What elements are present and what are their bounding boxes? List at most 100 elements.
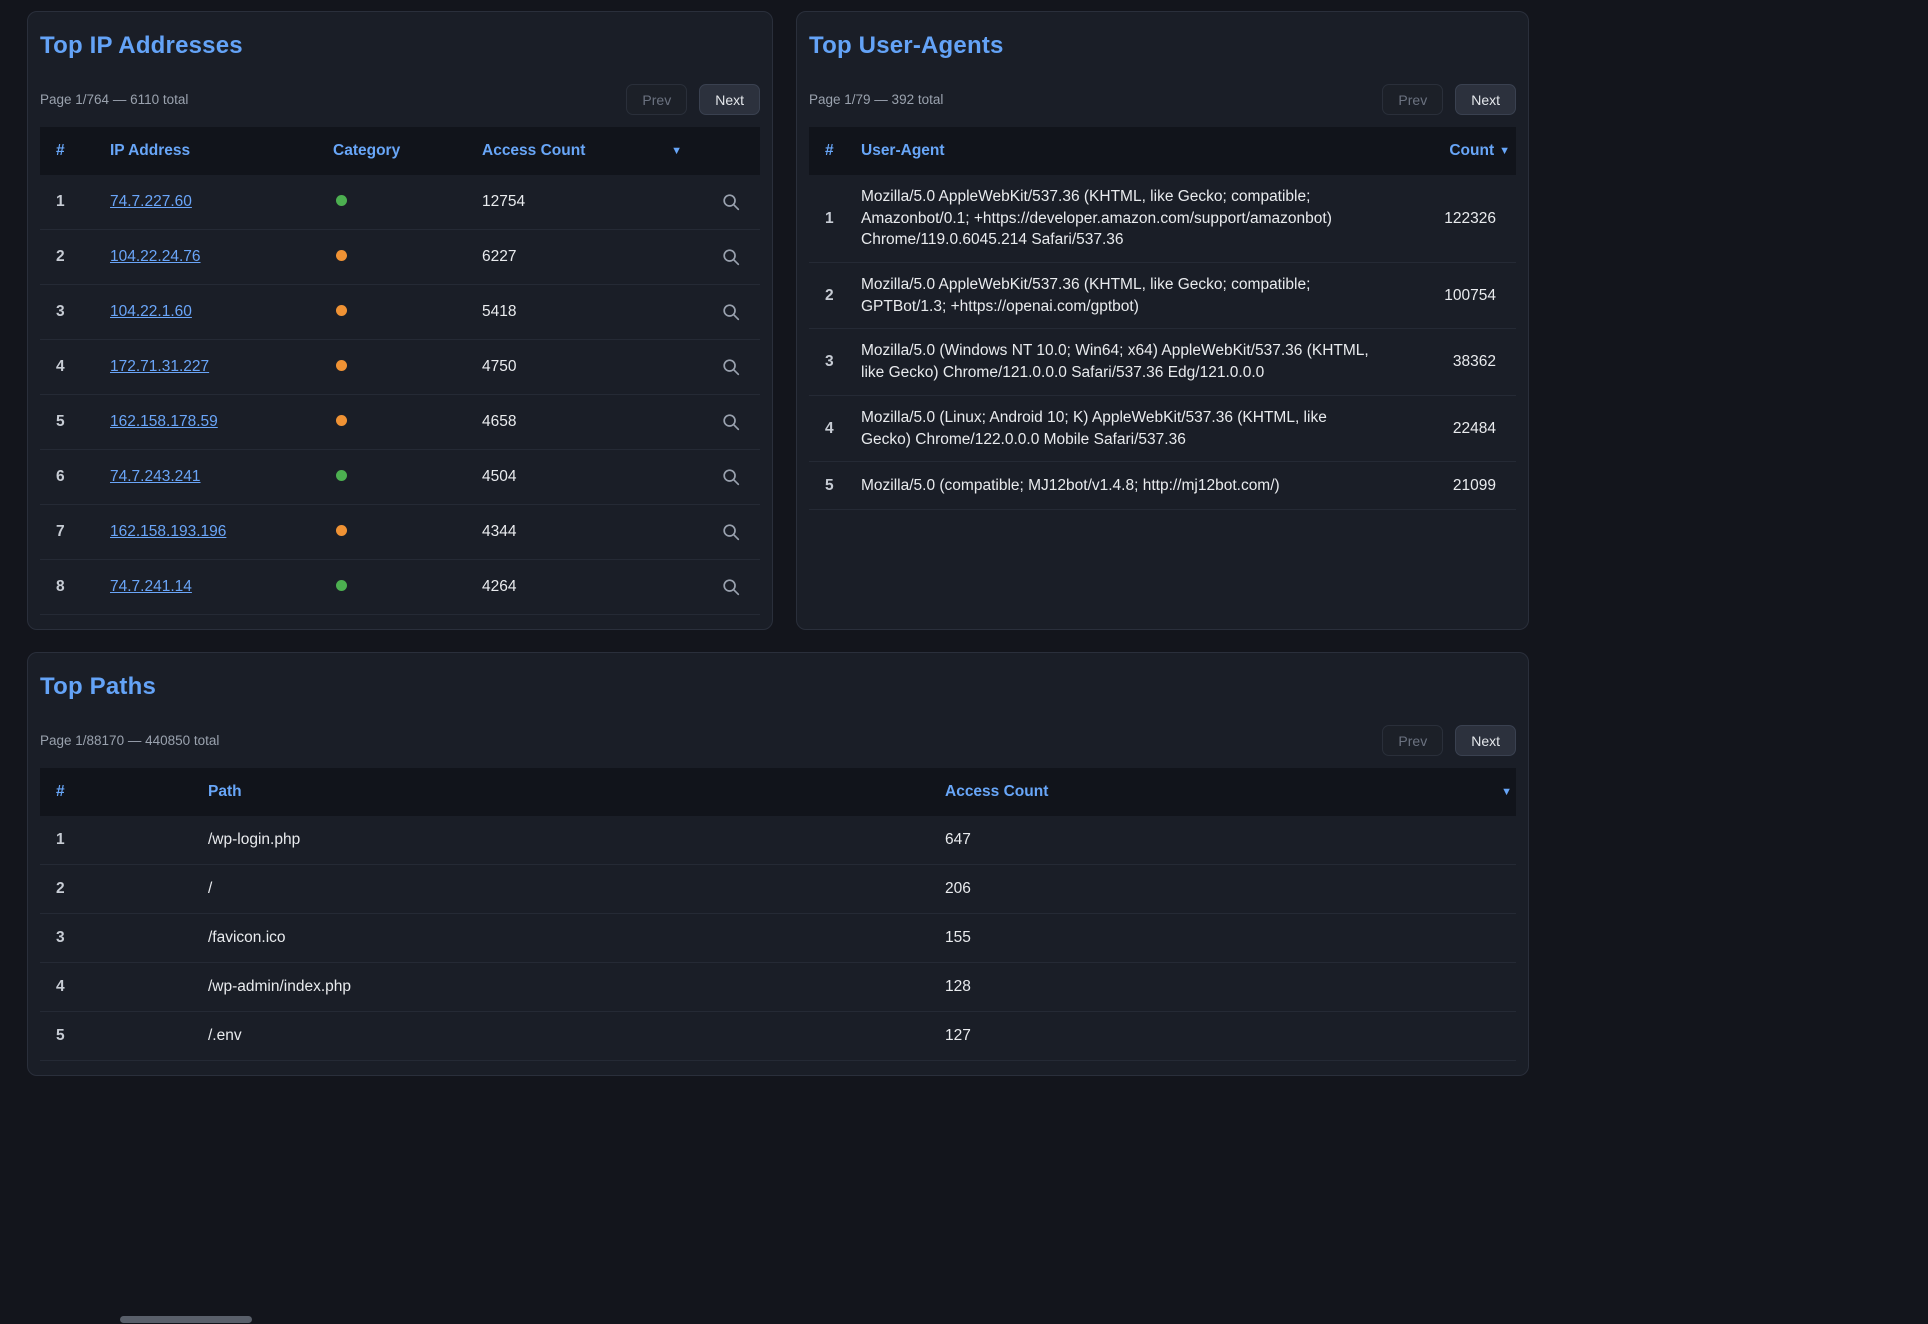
ip-address-link[interactable]: 162.158.178.59 (110, 413, 218, 430)
prev-button[interactable]: Prev (626, 84, 687, 115)
ip-table-row: 2 104.22.24.76 6227 (40, 230, 760, 285)
search-icon[interactable] (721, 247, 741, 267)
category-dot (336, 415, 347, 426)
next-button[interactable]: Next (1455, 84, 1516, 115)
rank-cell: 5 (809, 477, 861, 495)
panel-top-user-agents: Top User-Agents Page 1/79 — 392 total Pr… (796, 11, 1529, 630)
panel-top-paths: Top Paths Page 1/88170 — 440850 total Pr… (27, 652, 1529, 1076)
access-count-cell: 6227 (482, 248, 701, 266)
category-cell (333, 413, 482, 431)
rank-cell: 3 (40, 929, 208, 947)
row-actions-cell (701, 247, 760, 267)
column-header-rank: # (40, 783, 208, 801)
ip-table-row: 6 74.7.243.241 4504 (40, 450, 760, 505)
user-agents-table-body: 1 Mozilla/5.0 AppleWebKit/537.36 (KHTML,… (809, 175, 1516, 510)
category-cell (333, 468, 482, 486)
rank-cell: 2 (809, 287, 861, 305)
ip-address-link[interactable]: 74.7.243.241 (110, 468, 201, 485)
category-cell (333, 303, 482, 321)
count-cell: 22484 (1394, 420, 1516, 438)
ip-table-row: 3 104.22.1.60 5418 (40, 285, 760, 340)
access-count-cell: 4344 (482, 523, 701, 541)
row-actions-cell (701, 357, 760, 377)
ip-table-row: 4 172.71.31.227 4750 (40, 340, 760, 395)
search-icon[interactable] (721, 192, 741, 212)
ip-address-cell: 172.71.31.227 (110, 358, 333, 376)
path-cell: /favicon.ico (208, 929, 945, 947)
column-header-access-count-label: Access Count (945, 783, 1048, 801)
pager: Prev Next (626, 84, 760, 115)
ip-address-cell: 162.158.193.196 (110, 523, 333, 541)
top-row: Top IP Addresses Page 1/764 — 6110 total… (27, 11, 1928, 630)
column-header-access-count[interactable]: Access Count ▼ (482, 142, 701, 160)
ip-address-link[interactable]: 74.7.241.14 (110, 578, 192, 595)
path-cell: /wp-admin/index.php (208, 978, 945, 996)
rank-cell: 3 (809, 353, 861, 371)
ip-address-link[interactable]: 104.22.1.60 (110, 303, 192, 320)
rank-cell: 3 (40, 303, 110, 321)
column-header-count[interactable]: Count ▼ (1394, 142, 1516, 160)
access-count-cell: 4750 (482, 358, 701, 376)
row-actions-cell (701, 192, 760, 212)
rank-cell: 1 (809, 210, 861, 228)
column-header-rank: # (809, 142, 861, 160)
access-count-cell: 128 (945, 978, 1516, 996)
user-agent-cell: Mozilla/5.0 (Windows NT 10.0; Win64; x64… (861, 329, 1394, 394)
access-count-cell: 5418 (482, 303, 701, 321)
category-cell (333, 578, 482, 596)
user-agent-table-row: 5 Mozilla/5.0 (compatible; MJ12bot/v1.4.… (809, 462, 1516, 510)
path-cell: /wp-login.php (208, 831, 945, 849)
ip-address-cell: 74.7.243.241 (110, 468, 333, 486)
search-icon[interactable] (721, 357, 741, 377)
access-count-cell: 4504 (482, 468, 701, 486)
search-icon[interactable] (721, 412, 741, 432)
search-icon[interactable] (721, 302, 741, 322)
column-header-user-agent: User-Agent (861, 142, 1394, 160)
user-agent-table-row: 4 Mozilla/5.0 (Linux; Android 10; K) App… (809, 396, 1516, 462)
user-agent-cell: Mozilla/5.0 (Linux; Android 10; K) Apple… (861, 396, 1394, 461)
ip-table-row: 7 162.158.193.196 4344 (40, 505, 760, 560)
ip-address-link[interactable]: 104.22.24.76 (110, 248, 201, 265)
next-button[interactable]: Next (1455, 725, 1516, 756)
next-button[interactable]: Next (699, 84, 760, 115)
prev-button[interactable]: Prev (1382, 725, 1443, 756)
ip-address-cell: 104.22.24.76 (110, 248, 333, 266)
column-header-access-count-label: Access Count (482, 142, 585, 160)
rank-cell: 4 (809, 420, 861, 438)
user-agent-table-row: 3 Mozilla/5.0 (Windows NT 10.0; Win64; x… (809, 329, 1516, 395)
panel-title-top-ip-addresses: Top IP Addresses (40, 32, 760, 60)
rank-cell: 7 (40, 523, 110, 541)
rank-cell: 4 (40, 978, 208, 996)
ip-address-cell: 162.158.178.59 (110, 413, 333, 431)
search-icon[interactable] (721, 522, 741, 542)
path-table-row: 5 /.env 127 (40, 1012, 1516, 1061)
panel-title-top-user-agents: Top User-Agents (809, 32, 1516, 60)
count-cell: 100754 (1394, 287, 1516, 305)
access-count-cell: 155 (945, 929, 1516, 947)
rank-cell: 5 (40, 413, 110, 431)
rank-cell: 1 (40, 193, 110, 211)
category-dot (336, 305, 347, 316)
ip-address-link[interactable]: 162.158.193.196 (110, 523, 226, 540)
rank-cell: 2 (40, 880, 208, 898)
ip-table-header: # IP Address Category Access Count ▼ (40, 127, 760, 175)
column-header-rank: # (40, 142, 110, 160)
search-icon[interactable] (721, 577, 741, 597)
panel-top-ip-addresses: Top IP Addresses Page 1/764 — 6110 total… (27, 11, 773, 630)
horizontal-scrollbar-thumb[interactable] (120, 1316, 252, 1323)
prev-button[interactable]: Prev (1382, 84, 1443, 115)
row-actions-cell (701, 522, 760, 542)
paths-table: # Path Access Count ▼ 1 /wp-login.php 64… (40, 768, 1516, 1061)
ip-address-link[interactable]: 172.71.31.227 (110, 358, 209, 375)
column-header-access-count[interactable]: Access Count ▼ (945, 783, 1516, 801)
ip-table-body: 1 74.7.227.60 12754 2 104.22.24.76 6227 (40, 175, 760, 615)
access-count-cell: 4658 (482, 413, 701, 431)
count-cell: 122326 (1394, 210, 1516, 228)
access-count-cell: 12754 (482, 193, 701, 211)
category-dot (336, 360, 347, 371)
user-agent-cell: Mozilla/5.0 (compatible; MJ12bot/v1.4.8;… (861, 464, 1394, 508)
user-agents-table: # User-Agent Count ▼ 1 Mozilla/5.0 Apple… (809, 127, 1516, 510)
category-dot (336, 250, 347, 261)
search-icon[interactable] (721, 467, 741, 487)
ip-address-link[interactable]: 74.7.227.60 (110, 193, 192, 210)
